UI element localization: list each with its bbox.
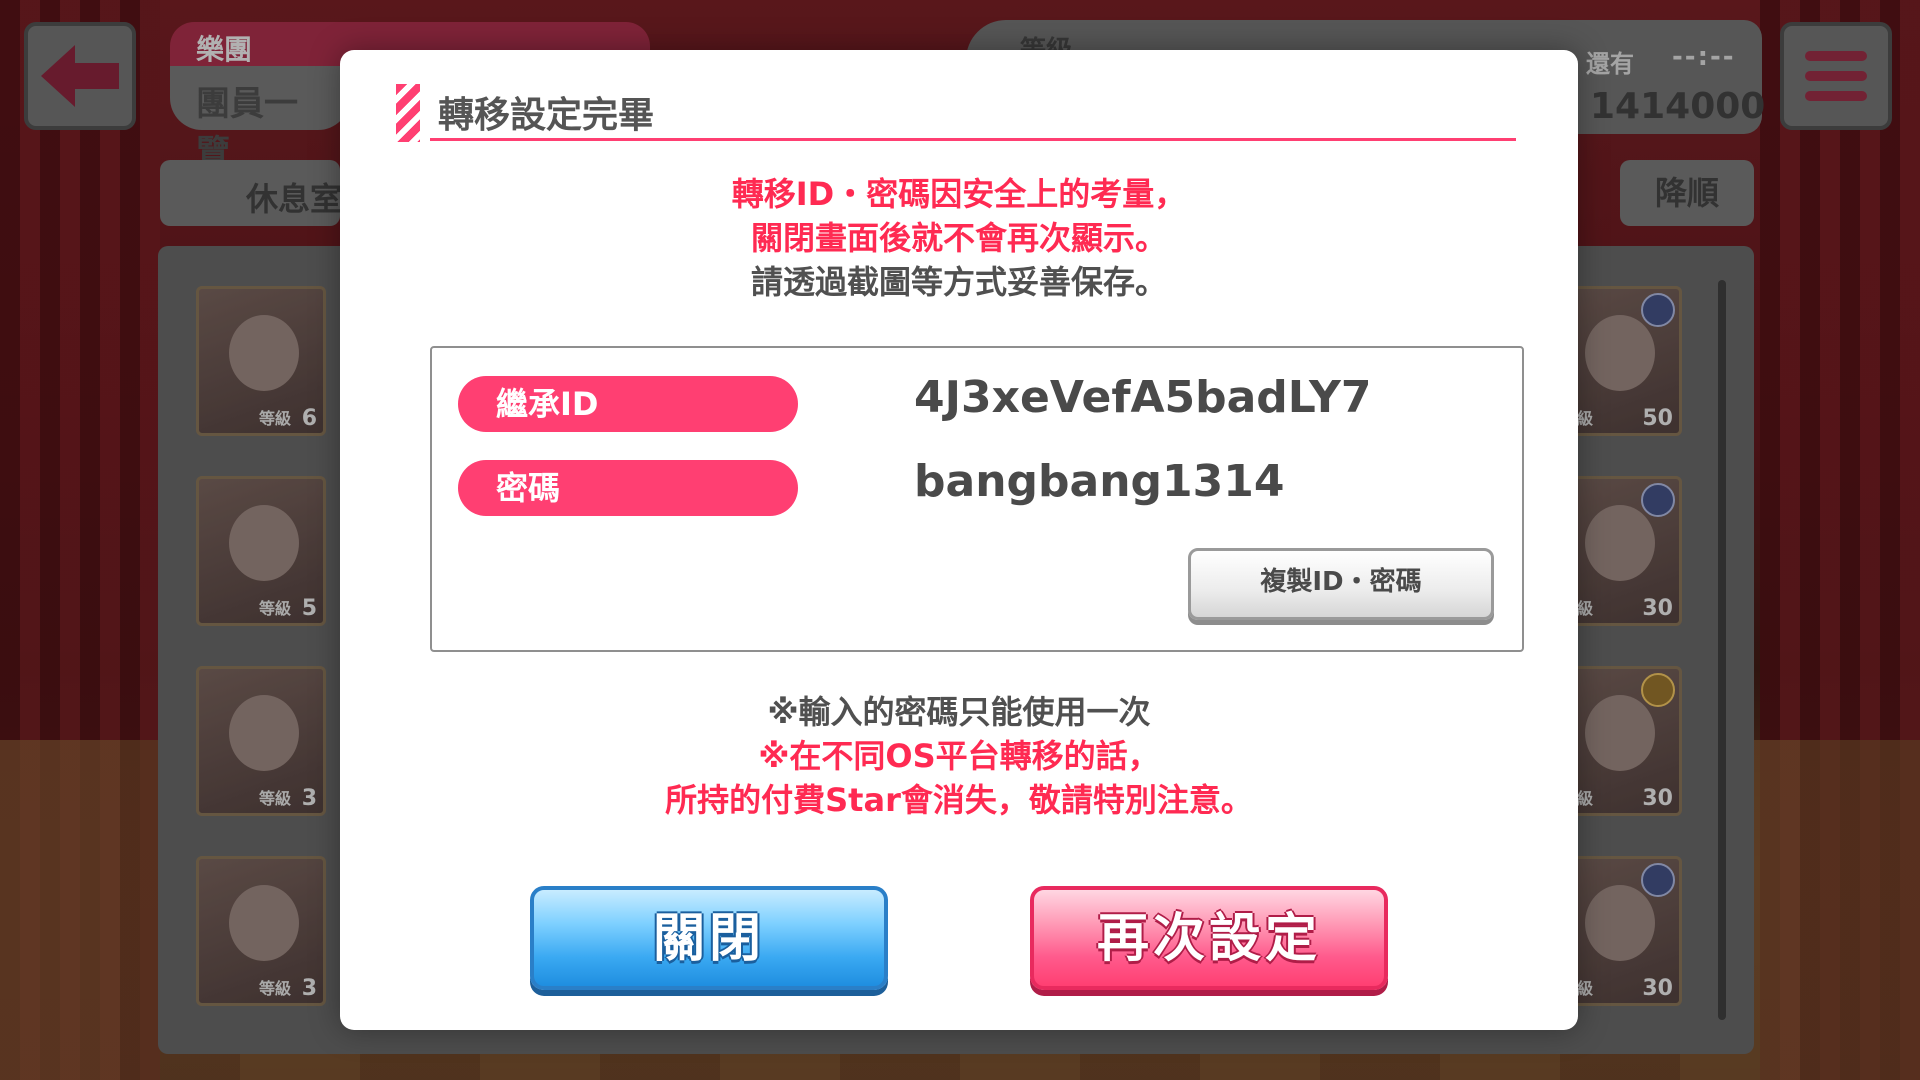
title-stripe-decoration (396, 84, 420, 142)
transfer-complete-dialog: 轉移設定完畢 轉移ID・密碼因安全上的考量， 關閉畫面後就不會再次顯示。 請透過… (340, 50, 1578, 1030)
transfer-id-value: 4J3xeVefA5badLY7 (914, 372, 1372, 423)
notice-line-2: 關閉畫面後就不會再次顯示。 (750, 219, 1167, 257)
usage-warning: ※輸入的密碼只能使用一次 ※在不同OS平台轉移的話， 所持的付費Star會消失，… (340, 690, 1578, 822)
close-button[interactable]: 關閉 (530, 886, 888, 990)
password-label: 密碼 (458, 460, 798, 516)
notice-line-1: 轉移ID・密碼因安全上的考量， (731, 175, 1187, 213)
footnote-line-3: 所持的付費Star會消失，敬請特別注意。 (665, 781, 1253, 819)
copy-credentials-button[interactable]: 複製ID・密碼 (1188, 548, 1494, 620)
dialog-title: 轉移設定完畢 (438, 95, 655, 136)
transfer-id-label: 繼承ID (458, 376, 798, 432)
footnote-line-2: ※在不同OS平台轉移的話， (758, 737, 1160, 775)
credentials-box: 繼承ID 4J3xeVefA5badLY7 密碼 bangbang1314 複製… (430, 346, 1524, 652)
password-value: bangbang1314 (914, 456, 1285, 507)
notice-line-3: 請透過截圖等方式妥善保存。 (750, 263, 1167, 301)
reset-button[interactable]: 再次設定 (1030, 886, 1388, 990)
footnote-line-1: ※輸入的密碼只能使用一次 (767, 693, 1151, 731)
title-underline (430, 138, 1516, 141)
security-notice: 轉移ID・密碼因安全上的考量， 關閉畫面後就不會再次顯示。 請透過截圖等方式妥善… (340, 172, 1578, 304)
